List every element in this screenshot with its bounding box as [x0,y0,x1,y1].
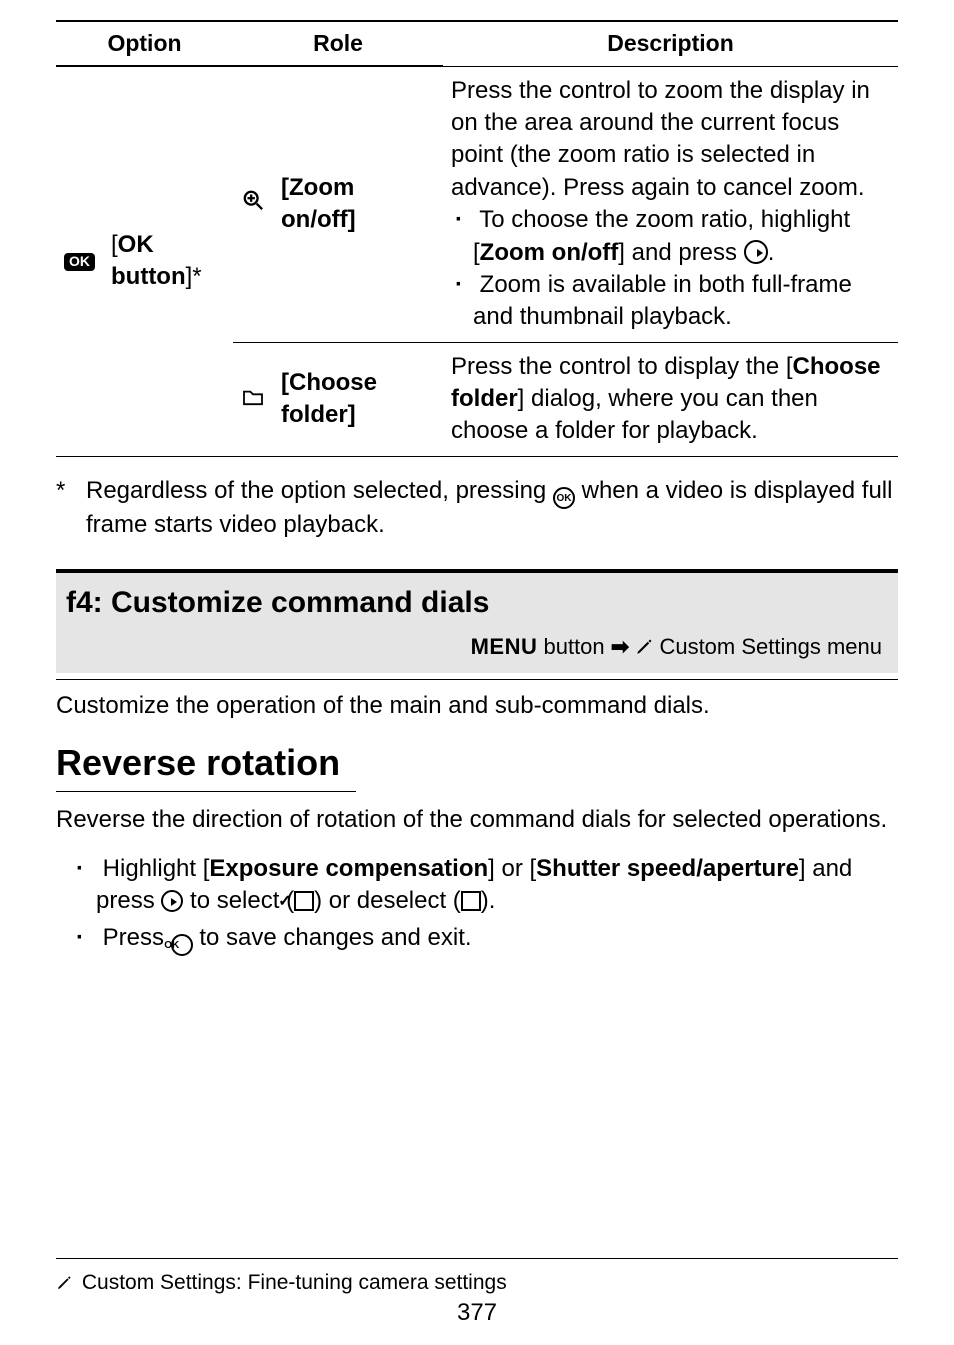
option-label-cell: [OK button]* [103,66,233,456]
footer-text: Custom Settings: Fine-tuning camera sett… [82,1271,507,1294]
footnote: * Regardless of the option selected, pre… [56,475,898,541]
reverse-title: Reverse rotation [56,739,898,788]
role-folder-label: [Choose folder] [281,369,377,428]
option-bracket-close: ]* [186,263,202,290]
zoom-desc-bullet-1: To choose the zoom ratio, highlight [Zoo… [473,204,890,269]
role-label-cell: [Zoom on/off] [273,66,443,342]
role-zoom-desc: Press the control to zoom the display in… [443,66,898,342]
selector-right-icon [744,240,768,264]
reverse-bullet-2: Press OK to save changes and exit. [76,922,898,956]
reverse-title-underline [56,791,356,792]
role-zoom-label: [Zoom on/off] [281,174,356,233]
page-number: 377 [0,1297,954,1329]
pencil-icon [56,1271,72,1299]
option-bracket-open: [ [111,231,118,258]
table-row: OK [OK button]* [Z [56,66,898,342]
ok-badge-icon: OK [64,253,95,270]
checkbox-checked-icon [294,891,314,911]
zoom-desc-intro: Press the control to zoom the display in… [451,75,890,205]
section-divider [56,679,898,680]
reverse-intro: Reverse the direction of rotation of the… [56,804,898,836]
zoom-in-icon [242,188,264,220]
options-table: Option Role Description OK [OK button]* [56,20,898,457]
zoom-desc-bullet-2: Zoom is available in both full-frame and… [473,269,890,334]
role-icon-cell [233,66,273,342]
option-icon-cell: OK [56,66,103,456]
checkbox-unchecked-icon [461,891,481,911]
menu-label: MENU [471,634,538,659]
zoom-desc-list: To choose the zoom ratio, highlight [Zoo… [451,204,890,334]
ok-circle-icon: OK [171,934,193,956]
section-title: f4: Customize command dials [66,583,888,624]
reverse-bullets: Highlight [Exposure compensation] or [Sh… [76,853,898,956]
footnote-marker: * [56,475,86,507]
ok-circle-icon: OK [553,487,575,509]
option-name: OK button [111,231,186,290]
selector-right-icon [161,890,183,912]
reverse-bullet-1: Highlight [Exposure compensation] or [Sh… [76,853,898,918]
section-heading: f4: Customize command dials MENU button … [56,569,898,673]
role-icon-cell [233,342,273,456]
arrow-right-icon: ➡ [611,634,629,659]
pencil-icon [635,634,653,664]
th-role: Role [233,21,443,66]
role-folder-desc: Press the control to display the [Choose… [443,342,898,456]
role-label-cell: [Choose folder] [273,342,443,456]
th-option: Option [56,21,233,66]
page-footer: Custom Settings: Fine-tuning camera sett… [56,1258,898,1299]
folder-icon [242,383,264,415]
footnote-body: Regardless of the option selected, press… [86,475,898,541]
section-intro: Customize the operation of the main and … [56,690,898,722]
th-description: Description [443,21,898,66]
section-path: MENU button ➡ Custom Settings menu [56,630,888,668]
